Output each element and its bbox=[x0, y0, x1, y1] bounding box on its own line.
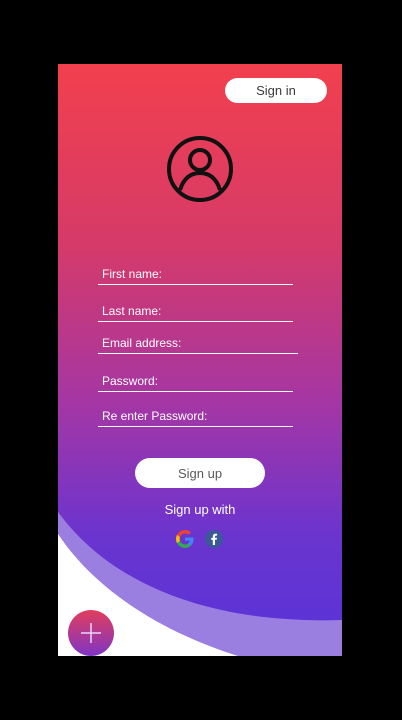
add-fab-button[interactable] bbox=[68, 610, 114, 656]
password-label: Password: bbox=[102, 374, 159, 388]
first-name-field[interactable]: First name: bbox=[98, 263, 298, 285]
password-field[interactable]: Password: bbox=[98, 370, 294, 392]
email-field[interactable]: Email address: bbox=[98, 332, 300, 354]
sign-up-button[interactable]: Sign up bbox=[135, 458, 265, 488]
first-name-label: First name: bbox=[102, 267, 163, 281]
reenter-password-label: Re enter Password: bbox=[102, 409, 208, 423]
last-name-underline bbox=[98, 321, 293, 322]
google-icon[interactable] bbox=[175, 529, 195, 549]
sign-in-button[interactable]: Sign in bbox=[225, 78, 327, 103]
last-name-field[interactable]: Last name: bbox=[98, 300, 298, 322]
password-underline bbox=[98, 391, 293, 392]
email-label: Email address: bbox=[102, 336, 182, 350]
reenter-password-underline bbox=[98, 426, 293, 427]
plus-icon bbox=[81, 623, 101, 643]
reenter-password-field[interactable]: Re enter Password: bbox=[98, 405, 294, 427]
first-name-underline bbox=[98, 284, 293, 285]
signup-screen: Sign in First name: Last name: Email add… bbox=[58, 64, 342, 656]
last-name-label: Last name: bbox=[102, 304, 162, 318]
sign-up-with-label: Sign up with bbox=[164, 502, 236, 517]
user-avatar-icon bbox=[167, 136, 233, 202]
email-underline bbox=[98, 353, 298, 354]
facebook-icon[interactable] bbox=[204, 529, 224, 549]
